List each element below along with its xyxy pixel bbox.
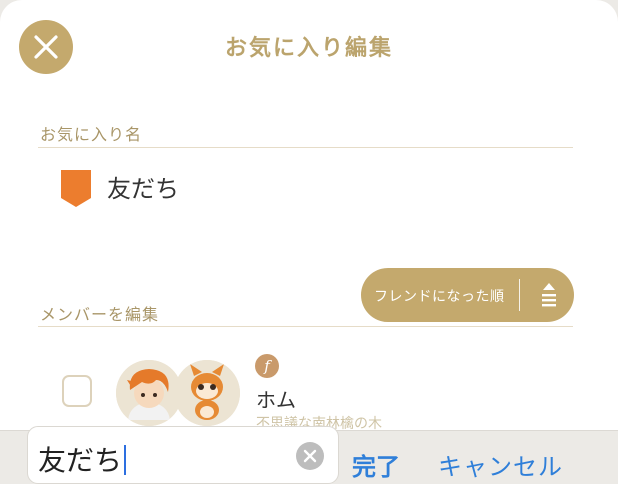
sort-label: フレンドになった順 <box>374 289 505 305</box>
cancel-button[interactable]: キャンセル <box>438 447 563 482</box>
sort-divider <box>519 279 520 311</box>
character-avatar <box>116 360 182 426</box>
favorite-edit-sheet: お気に入り編集 お気に入り名 友だち フレンドになった順 メンバーを編集 f ホ… <box>0 0 618 430</box>
divider <box>38 147 573 148</box>
favorite-name-input[interactable]: 友だち <box>27 426 339 484</box>
favorite-name[interactable]: 友だち <box>107 169 179 204</box>
member-name: ホム <box>256 388 296 412</box>
tag-icon <box>61 170 91 207</box>
divider <box>38 326 573 327</box>
sort-order-button[interactable]: フレンドになった順 <box>361 268 574 322</box>
done-button[interactable]: 完了 <box>352 447 400 482</box>
input-value: 友だち <box>38 444 123 477</box>
clear-icon <box>303 449 317 463</box>
favorite-name-label: お気に入り名 <box>40 125 143 144</box>
text-caret <box>124 445 127 475</box>
edit-members-label: メンバーを編集 <box>40 305 160 324</box>
member-checkbox[interactable] <box>62 375 92 407</box>
clear-button[interactable] <box>296 442 324 470</box>
page-title: お気に入り編集 <box>224 36 393 61</box>
input-value-wrap: 友だち <box>38 439 127 479</box>
pet-avatar <box>174 360 240 426</box>
sort-icon <box>542 283 556 307</box>
friend-badge-icon: f <box>255 354 279 378</box>
